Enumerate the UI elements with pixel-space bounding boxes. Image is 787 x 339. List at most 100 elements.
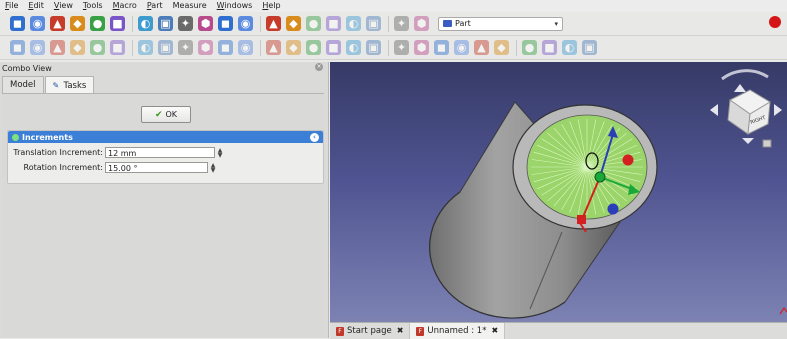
tab-model[interactable]: Model	[2, 76, 44, 94]
menu-file[interactable]: File	[0, 0, 23, 12]
compound-icon[interactable]: ▣	[582, 40, 597, 55]
workbench-selector[interactable]: Part ▾	[438, 16, 563, 31]
nav-down-arrow[interactable]	[742, 138, 754, 144]
tab-model-label: Model	[10, 80, 36, 90]
menu-view[interactable]: View	[49, 0, 78, 12]
loft-icon[interactable]: ■	[326, 40, 341, 55]
close-tab-icon[interactable]: ✖	[397, 323, 404, 339]
x-arrow-head[interactable]	[577, 215, 586, 224]
view-bottom-icon[interactable]: ▲	[266, 16, 281, 31]
boolean-icon[interactable]: ▲	[474, 40, 489, 55]
revolve-icon[interactable]: ⬢	[198, 40, 213, 55]
center-ball[interactable]	[594, 171, 606, 183]
projection-icon[interactable]: ◉	[454, 40, 469, 55]
new-document-icon[interactable]: ◼	[10, 16, 25, 31]
hatch-lines	[531, 119, 643, 215]
cut-bool-icon[interactable]: ◆	[494, 40, 509, 55]
common-icon[interactable]: ■	[542, 40, 557, 55]
close-icon[interactable]: ×	[315, 63, 323, 71]
nav-cube-menu-icon[interactable]	[762, 139, 772, 148]
thickness-icon[interactable]: ◼	[434, 40, 449, 55]
shape-builder-icon[interactable]: ▣	[158, 40, 173, 55]
3d-viewport[interactable]: RIGHT	[330, 62, 787, 322]
chamfer-icon[interactable]: ▲	[266, 40, 281, 55]
close-tab-icon[interactable]: ✖	[491, 323, 498, 339]
rotation-value: 15.00 °	[108, 163, 138, 173]
print-icon[interactable]: ✦	[394, 16, 409, 31]
tab-unnamed[interactable]: F Unnamed : 1* ✖	[410, 323, 506, 339]
menu-edit[interactable]: Edit	[23, 0, 49, 12]
tube-icon[interactable]: ■	[110, 40, 125, 55]
torus-icon[interactable]: ●	[90, 40, 105, 55]
cross-sections-icon[interactable]: ✦	[394, 40, 409, 55]
menu-part[interactable]: Part	[142, 0, 168, 12]
view-rear-icon[interactable]: ◉	[238, 16, 253, 31]
make-face-icon[interactable]: ◆	[286, 40, 301, 55]
primitives-icon[interactable]: ◐	[138, 40, 153, 55]
menu-help[interactable]: Help	[257, 0, 285, 12]
menu-tools[interactable]: Tools	[78, 0, 108, 12]
save-icon[interactable]: ▣	[366, 16, 381, 31]
part-toolbar: ◼ ◉ ▲ ◆ ● ■ ◐ ▣ ✦ ⬢ ◼ ◉ ▲ ◆ ● ■ ◐ ▣ ✦ ⬢ ◼ ◉ ▲ ◆ ● ■ ◐ ▣	[0, 36, 787, 60]
back-arrow-icon[interactable]: ●	[90, 16, 105, 31]
x-rotation-ball[interactable]	[622, 154, 634, 166]
combo-view-title: Combo View	[2, 64, 52, 73]
draw-style-icon[interactable]: ▲	[50, 16, 65, 31]
render-icon[interactable]: ◆	[70, 16, 85, 31]
offset-icon[interactable]: ⬢	[414, 40, 429, 55]
new-file-icon[interactable]: ■	[326, 16, 341, 31]
view-top-icon[interactable]: ⬢	[198, 16, 213, 31]
view-left-icon[interactable]: ◆	[286, 16, 301, 31]
menu-macro[interactable]: Macro	[108, 0, 142, 12]
freecad-icon: F	[336, 326, 344, 336]
ok-button[interactable]: ✔ OK	[141, 106, 191, 123]
measure-icon[interactable]: ●	[306, 16, 321, 31]
fillet-icon[interactable]: ◉	[238, 40, 253, 55]
forward-arrow-icon[interactable]: ■	[110, 16, 125, 31]
axis-cross-icon	[779, 306, 787, 315]
nav-up-arrow[interactable]	[734, 84, 746, 92]
box-icon[interactable]: ◼	[10, 40, 25, 55]
nav-orbit-arc[interactable]	[721, 69, 769, 81]
tab-start-page[interactable]: F Start page ✖	[330, 323, 411, 339]
menu-measure[interactable]: Measure	[168, 0, 212, 12]
view-isometric-icon[interactable]: ▣	[158, 16, 173, 31]
translation-increment-input[interactable]: 12 mm ▲ ▼	[105, 146, 222, 158]
z-rotation-ball[interactable]	[607, 203, 619, 215]
navigation-cube[interactable]: RIGHT	[710, 69, 782, 148]
view-right-icon[interactable]: ◼	[218, 16, 233, 31]
split-icon[interactable]: ◐	[562, 40, 577, 55]
collapse-icon[interactable]: ‹	[310, 132, 319, 142]
rotation-row: Rotation Increment: 15.00 ° ▲ ▼	[10, 161, 215, 173]
cut-icon[interactable]: ⬢	[414, 16, 429, 31]
nav-right-arrow[interactable]	[774, 104, 782, 116]
open-file-icon[interactable]: ◐	[346, 16, 361, 31]
extrude-icon[interactable]: ✦	[178, 40, 193, 55]
nav-left-arrow[interactable]	[710, 104, 718, 116]
toolbar-separator	[260, 15, 261, 32]
sphere-icon[interactable]: ▲	[50, 40, 65, 55]
freecad-icon: F	[416, 326, 425, 336]
menu-windows[interactable]: Windows	[212, 0, 258, 12]
stereo-icon[interactable]: ◐	[138, 16, 153, 31]
rotation-spinner-icon[interactable]: ▲ ▼	[209, 162, 217, 174]
record-macro-icon[interactable]	[769, 16, 781, 28]
rotation-increment-input[interactable]: 15.00 ° ▲ ▼	[105, 161, 215, 173]
cylinder-icon[interactable]: ◉	[30, 40, 45, 55]
sweep-icon[interactable]: ◐	[346, 40, 361, 55]
fuse-icon[interactable]: ●	[522, 40, 537, 55]
translation-spinner-icon[interactable]: ▲ ▼	[216, 147, 224, 159]
tab-tasks-label: Tasks	[63, 80, 87, 91]
translation-value: 12 mm	[108, 148, 137, 158]
cone-icon[interactable]: ◆	[70, 40, 85, 55]
increments-panel: Increments ‹ Translation Increment: 12 m…	[7, 130, 324, 184]
ruled-surface-icon[interactable]: ●	[306, 40, 321, 55]
zoom-fit-icon[interactable]: ◉	[30, 16, 45, 31]
toolbar-separator	[132, 15, 133, 32]
increments-header[interactable]: Increments ‹	[8, 131, 323, 143]
section-icon[interactable]: ▣	[366, 40, 381, 55]
view-front-icon[interactable]: ✦	[178, 16, 193, 31]
mirror-icon[interactable]: ◼	[218, 40, 233, 55]
toolbar-separator	[388, 15, 389, 32]
increments-title: Increments	[22, 132, 73, 142]
